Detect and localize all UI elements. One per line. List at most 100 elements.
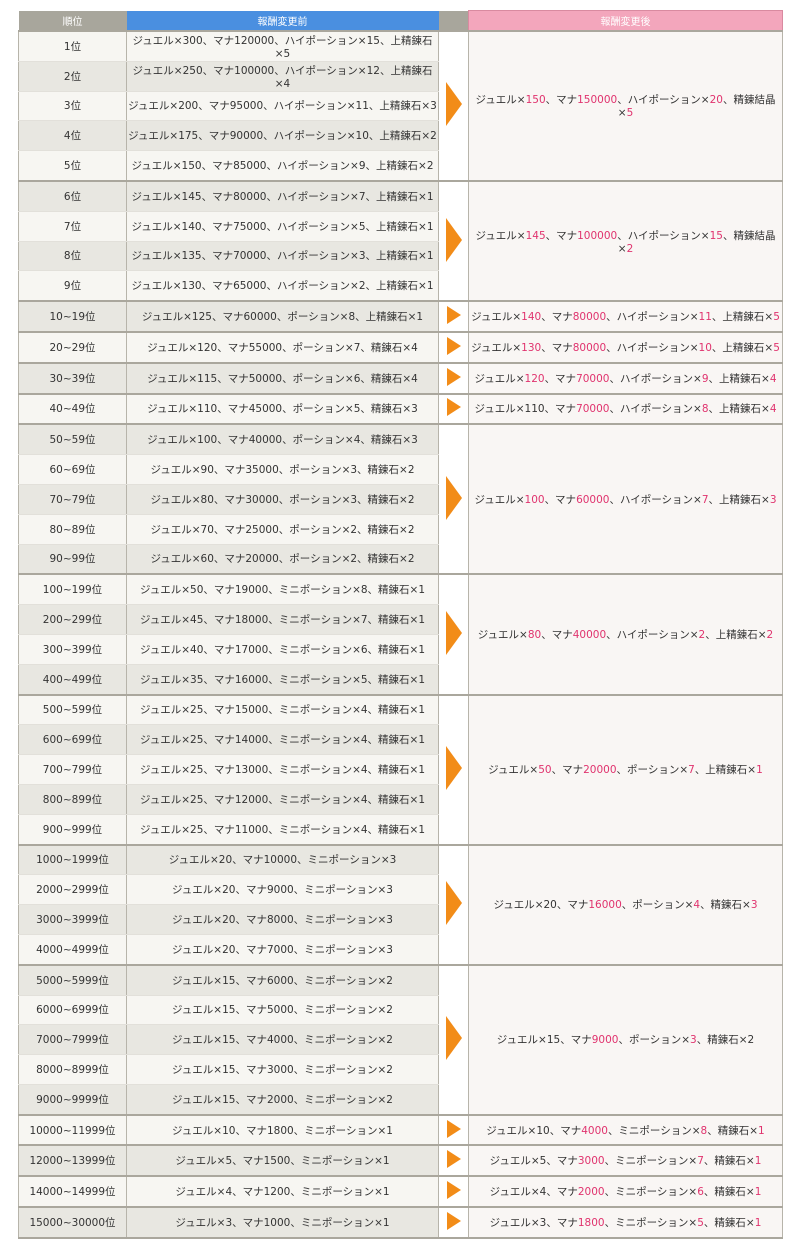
reward-before-cell: ジュエル×15、マナ2000、ミニポーション×2 [126, 1084, 439, 1116]
rank-cell: 800~899位 [18, 784, 127, 815]
rank-cell: 100~199位 [18, 573, 127, 606]
reward-after-cell: ジュエル×110、マナ70000、ハイポーション×8、上精錬石×4 [468, 392, 783, 425]
rank-cell: 10~19位 [18, 300, 127, 333]
header-before: 報酬変更前 [126, 10, 439, 31]
table-row: 100~199位 ジュエル×50、マナ19000、ミニポーション×8、精錬石×1 ジ… [18, 573, 783, 696]
reward-after-value: 70000 [576, 403, 610, 416]
reward-before-cell: ジュエル×80、マナ30000、ポーション×3、精錬石×2 [126, 484, 439, 515]
table-row: 10000~11999位 ジュエル×10、マナ1800、ミニポーション×1 ジュエル… [18, 1113, 783, 1146]
rank-cell: 1位 [18, 29, 127, 62]
reward-after-value: 5 [773, 311, 780, 324]
table-row: 20~29位 ジュエル×120、マナ55000、ポーション×7、精錬石×4 ジュエル… [18, 330, 783, 364]
rank-cell: 400~499位 [18, 664, 127, 696]
reward-after-text: 、マナ [541, 311, 573, 324]
rank-cell: 9000~9999位 [18, 1084, 127, 1116]
arrow-right-icon [446, 1181, 461, 1200]
reward-before-cell: ジュエル×20、マナ7000、ミニポーション×3 [126, 934, 439, 966]
table-row: 15000~30000位 ジュエル×3、マナ1000、ミニポーション×1 ジュエル×… [18, 1206, 783, 1239]
arrow-cell [438, 963, 469, 1116]
reward-after-value: 3 [690, 1034, 697, 1047]
reward-after-text: 、マナ [545, 229, 578, 242]
reward-after-value: 60000 [576, 493, 610, 506]
table-header: 順位 報酬変更前 報酬変更後 [18, 10, 783, 32]
reward-before-cell: ジュエル×25、マナ12000、ミニポーション×4、精錬石×1 [126, 784, 439, 815]
reward-after-text: 、ハイポーション× [609, 372, 702, 385]
reward-before-cell: ジュエル×25、マナ14000、ミニポーション×4、精錬石×1 [126, 724, 439, 756]
reward-before-cell: ジュエル×115、マナ50000、ポーション×6、精錬石×4 [126, 361, 439, 395]
rank-cell: 6位 [18, 179, 127, 212]
rank-cell: 1000~1999位 [18, 843, 127, 876]
reward-after-text: 、上精錬石× [708, 372, 770, 385]
reward-after-cell: ジュエル×15、マナ9000、ポーション×3、精錬石×2 [468, 963, 783, 1116]
reward-after-text: ジュエル× [488, 764, 539, 777]
rank-cell: 70~79位 [18, 484, 127, 515]
reward-before-cell: ジュエル×50、マナ19000、ミニポーション×8、精錬石×1 [126, 573, 439, 606]
reward-before-cell: ジュエル×60、マナ20000、ポーション×2、精錬石×2 [126, 544, 439, 575]
reward-after-text: 、上精錬石× [711, 341, 774, 354]
reward-after-value: 50 [538, 764, 552, 777]
reward-after-value: 145 [525, 229, 546, 242]
reward-after-cell: ジュエル×5、マナ3000、ミニポーション×7、精錬石×1 [468, 1144, 783, 1177]
reward-after-value: 11 [698, 311, 712, 324]
reward-before-cell: ジュエル×5、マナ1500、ミニポーション×1 [126, 1144, 439, 1177]
arrow-right-icon [445, 82, 462, 127]
reward-before-cell: ジュエル×40、マナ17000、ミニポーション×6、精錬石×1 [126, 634, 439, 665]
arrow-right-icon [445, 610, 462, 655]
reward-before-cell: ジュエル×20、マナ9000、ミニポーション×3 [126, 874, 439, 906]
rank-cell: 300~399位 [18, 634, 127, 665]
arrow-right-icon [445, 1016, 462, 1061]
rank-cell: 9位 [18, 270, 127, 302]
reward-before-cell: ジュエル×15、マナ4000、ミニポーション×2 [126, 1024, 439, 1056]
reward-after-value: 2 [626, 242, 634, 255]
reward-after-text: 、ポーション× [616, 764, 689, 777]
reward-after-cell: ジュエル×3、マナ1800、ミニポーション×5、精錬石×1 [468, 1206, 783, 1239]
reward-before-cell: ジュエル×20、マナ8000、ミニポーション×3 [126, 904, 439, 935]
reward-before-cell: ジュエル×4、マナ1200、ミニポーション×1 [126, 1175, 439, 1208]
reward-after-value: 5 [773, 341, 780, 354]
reward-after-text: 、ハイポーション× [609, 403, 702, 416]
reward-after-text: ジュエル×15、マナ [496, 1034, 592, 1047]
rank-cell: 7000~7999位 [18, 1024, 127, 1056]
reward-after-text: 、ハイポーション× [617, 94, 710, 107]
reward-after-cell: ジュエル×140、マナ80000、ハイポーション×11、上精錬石×5 [468, 300, 783, 333]
reward-before-cell: ジュエル×175、マナ90000、ハイポーション×10、上精錬石×2 [126, 120, 439, 152]
reward-after-text: 、ハイポーション× [609, 493, 702, 506]
reward-after-text: 、ハイポーション× [606, 341, 699, 354]
reward-after-value: 120 [524, 372, 545, 385]
arrow-right-icon [445, 475, 462, 520]
reward-after-text: 、上精錬石× [708, 493, 770, 506]
reward-after-text: ジュエル×20、マナ [493, 899, 589, 912]
arrow-cell [438, 843, 469, 966]
reward-after-text: ジュエル×5、マナ [489, 1155, 578, 1168]
reward-after-text: 、上精錬石× [708, 403, 770, 416]
table-row: 5000~5999位 ジュエル×15、マナ6000、ミニポーション×2 ジュエル×1… [18, 963, 783, 1116]
table-row: 50~59位 ジュエル×100、マナ40000、ポーション×4、精錬石×3 ジュエル… [18, 423, 783, 575]
reward-before-cell: ジュエル×15、マナ5000、ミニポーション×2 [126, 995, 439, 1026]
reward-after-value: 80 [527, 628, 542, 641]
reward-before-cell: ジュエル×110、マナ45000、ポーション×5、精錬石×3 [126, 392, 439, 425]
rank-cell: 50~59位 [18, 423, 127, 456]
reward-after-text: ジュエル× [475, 94, 526, 107]
reward-after-value: 70000 [576, 372, 610, 385]
rank-cell: 200~299位 [18, 604, 127, 635]
reward-after-text: ジュエル× [471, 311, 522, 324]
table-body: 1位 ジュエル×300、マナ120000、ハイポーション×15、上精錬石×5 ジュエ… [18, 29, 783, 1239]
reward-after-text: 、上精錬石× [705, 628, 767, 641]
reward-before-cell: ジュエル×20、マナ10000、ミニポーション×3 [126, 843, 439, 876]
reward-before-cell: ジュエル×120、マナ55000、ポーション×7、精錬石×4 [126, 330, 439, 364]
table-row: 1000~1999位 ジュエル×20、マナ10000、ミニポーション×3 ジュエル×… [18, 843, 783, 966]
rank-cell: 2000~2999位 [18, 874, 127, 906]
reward-after-value: 6 [697, 1186, 704, 1199]
reward-after-value: 5 [697, 1216, 704, 1229]
reward-after-cell: ジュエル×80、マナ40000、ハイポーション×2、上精錬石×2 [468, 573, 783, 696]
table-row: 1位 ジュエル×300、マナ120000、ハイポーション×15、上精錬石×5 ジュエ… [18, 29, 783, 182]
rank-cell: 6000~6999位 [18, 995, 127, 1026]
reward-after-text: 、ハイポーション× [617, 229, 710, 242]
reward-after-value: 4 [769, 403, 777, 416]
reward-after-text: ジュエル×110、マナ [474, 403, 577, 416]
reward-after-value: 80000 [572, 341, 607, 354]
table-row: 14000~14999位 ジュエル×4、マナ1200、ミニポーション×1 ジュエル×… [18, 1175, 783, 1208]
reward-before-cell: ジュエル×90、マナ35000、ポーション×3、精錬石×2 [126, 454, 439, 485]
rank-cell: 5位 [18, 150, 127, 182]
rank-cell: 8000~8999位 [18, 1054, 127, 1085]
